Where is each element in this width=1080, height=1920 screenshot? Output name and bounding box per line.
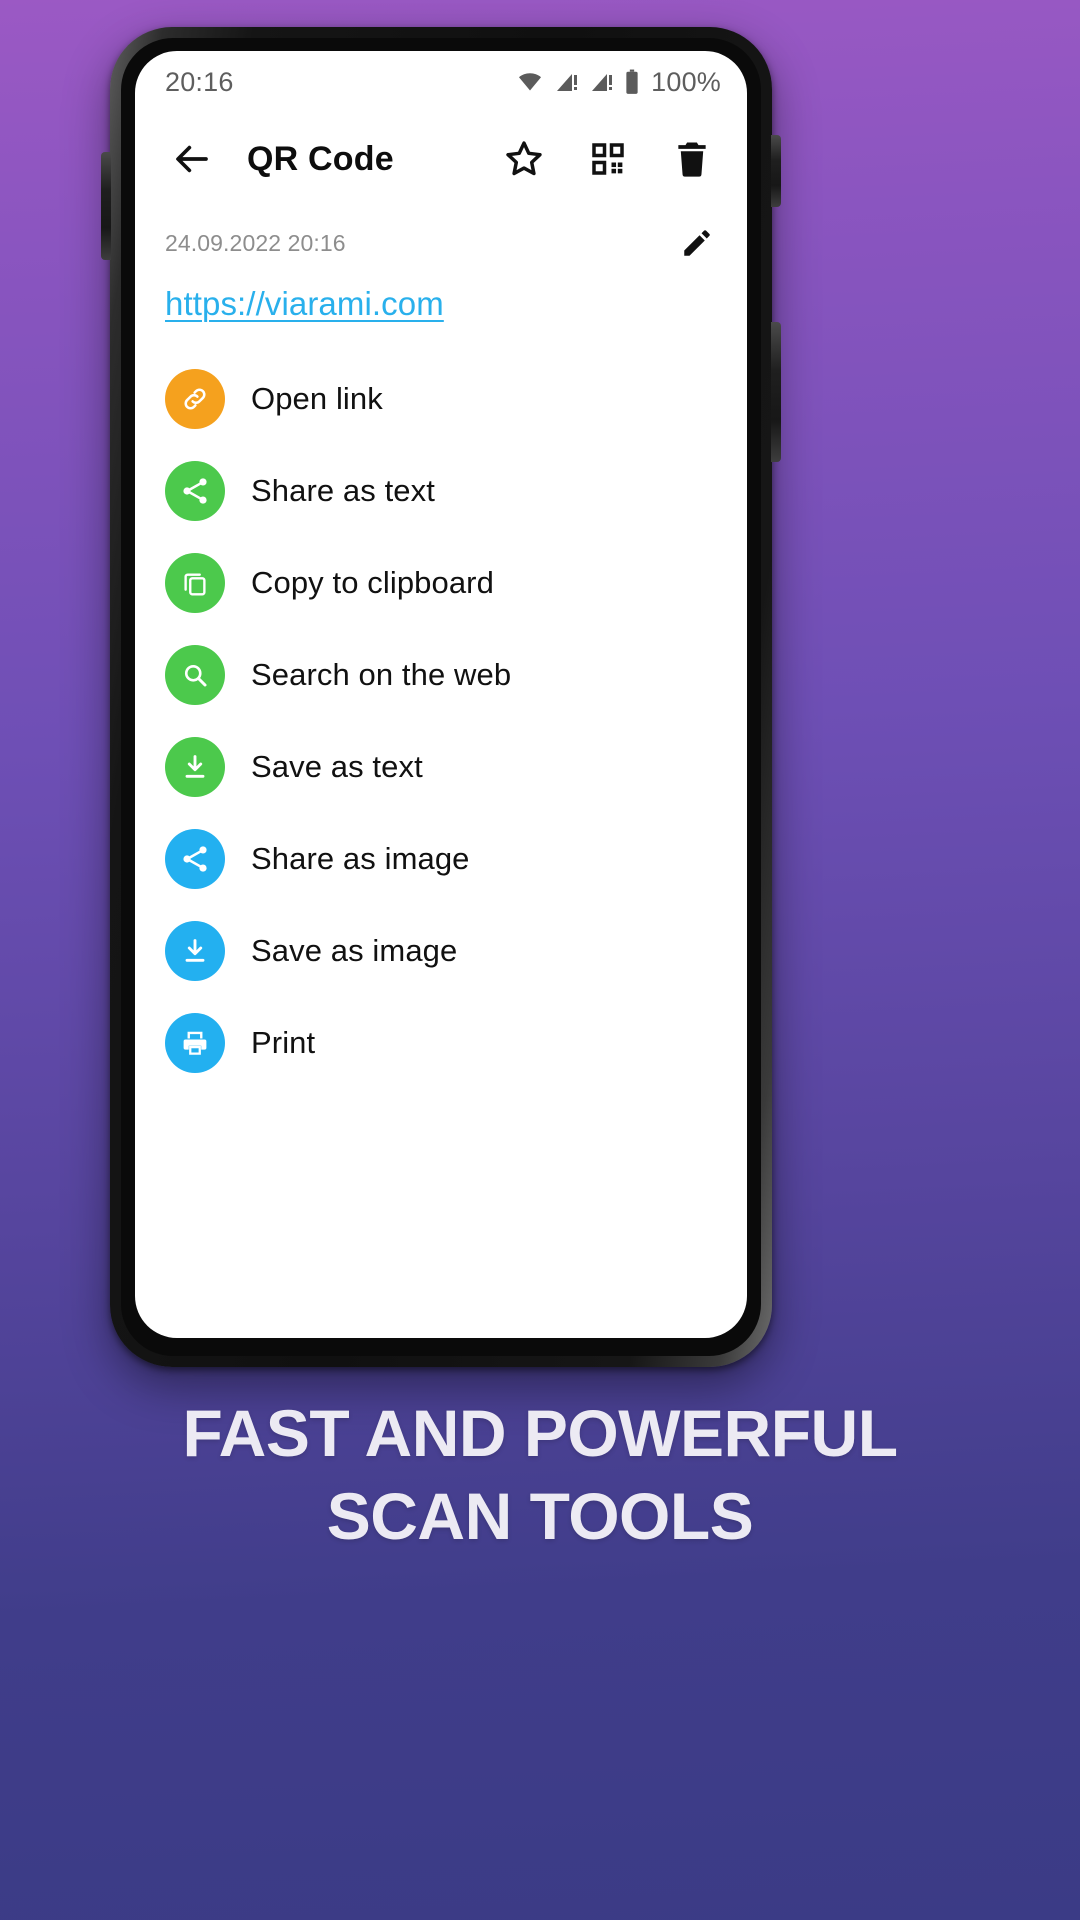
decoded-content: https://viarami.com bbox=[135, 267, 747, 323]
page-title: QR Code bbox=[247, 139, 394, 178]
download-icon bbox=[165, 921, 225, 981]
action-row-search-on-the-web[interactable]: Search on the web bbox=[135, 629, 747, 721]
phone-volume-button[interactable] bbox=[771, 322, 781, 462]
action-label: Share as text bbox=[251, 473, 435, 508]
signal-1-icon bbox=[554, 70, 580, 94]
scan-timestamp: 24.09.2022 20:16 bbox=[165, 229, 346, 256]
action-row-print[interactable]: Print bbox=[135, 997, 747, 1089]
action-label: Print bbox=[251, 1025, 316, 1060]
action-row-share-as-text[interactable]: Share as text bbox=[135, 445, 747, 537]
copy-icon bbox=[165, 553, 225, 613]
share-icon bbox=[165, 461, 225, 521]
search-icon bbox=[165, 645, 225, 705]
printer-icon bbox=[165, 1013, 225, 1073]
action-label: Copy to clipboard bbox=[251, 565, 494, 600]
phone-mockup: 20:16 100% QR Code 24.09.2022 20:16 http… bbox=[101, 27, 781, 1367]
decoded-url-link[interactable]: https://viarami.com bbox=[165, 285, 444, 323]
action-label: Save as image bbox=[251, 933, 458, 968]
action-row-save-as-image[interactable]: Save as image bbox=[135, 905, 747, 997]
action-list: Open link Share as text Copy to clipboard S… bbox=[135, 323, 747, 1089]
battery-percentage: 100% bbox=[651, 66, 721, 97]
star-outline-icon[interactable] bbox=[495, 130, 553, 188]
toolbar-actions bbox=[495, 130, 721, 188]
status-bar-icons: 100% bbox=[515, 67, 721, 98]
phone-bezel: 20:16 100% QR Code 24.09.2022 20:16 http… bbox=[121, 38, 761, 1356]
download-icon bbox=[165, 737, 225, 797]
arrow-back-icon[interactable] bbox=[163, 130, 221, 188]
promo-caption: FAST AND POWERFUL SCAN TOOLS bbox=[0, 1392, 1080, 1558]
app-toolbar: QR Code bbox=[135, 113, 747, 205]
status-bar-clock: 20:16 bbox=[165, 66, 234, 97]
link-icon bbox=[165, 369, 225, 429]
action-label: Save as text bbox=[251, 749, 423, 784]
action-row-copy-to-clipboard[interactable]: Copy to clipboard bbox=[135, 537, 747, 629]
status-bar: 20:16 100% bbox=[135, 51, 747, 113]
trash-icon[interactable] bbox=[663, 130, 721, 188]
promo-caption-line-2: SCAN TOOLS bbox=[326, 1479, 754, 1554]
action-label: Open link bbox=[251, 381, 383, 416]
phone-screen: 20:16 100% QR Code 24.09.2022 20:16 http… bbox=[135, 51, 747, 1338]
qr-code-icon[interactable] bbox=[579, 130, 637, 188]
action-row-save-as-text[interactable]: Save as text bbox=[135, 721, 747, 813]
action-row-open-link[interactable]: Open link bbox=[135, 353, 747, 445]
signal-2-icon bbox=[589, 70, 615, 94]
action-label: Search on the web bbox=[251, 657, 512, 692]
action-row-share-as-image[interactable]: Share as image bbox=[135, 813, 747, 905]
promo-caption-line-1: FAST AND POWERFUL bbox=[182, 1396, 898, 1470]
battery-icon bbox=[624, 69, 640, 95]
phone-side-button-left[interactable] bbox=[101, 152, 111, 260]
share-icon bbox=[165, 829, 225, 889]
pencil-icon[interactable] bbox=[673, 219, 721, 267]
wifi-icon bbox=[515, 70, 545, 94]
scan-meta-row: 24.09.2022 20:16 bbox=[135, 205, 747, 267]
phone-power-button[interactable] bbox=[771, 135, 781, 207]
action-label: Share as image bbox=[251, 841, 470, 876]
